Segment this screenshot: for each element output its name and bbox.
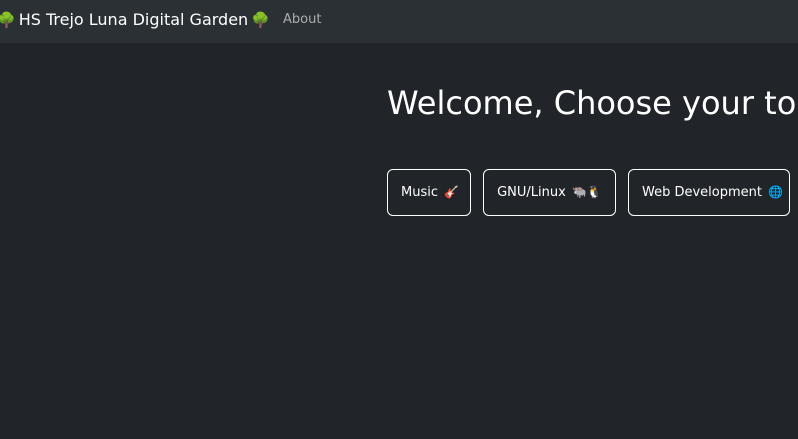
top-navbar: 🌳 HS Trejo Luna Digital Garden 🌳 About [0,0,798,43]
page-title: Welcome, Choose your topic [387,84,798,122]
brand-link[interactable]: 🌳 HS Trejo Luna Digital Garden 🌳 [0,9,273,31]
gnu-linux-topic-button[interactable]: GNU/Linux 🐃🐧 [483,169,616,216]
music-label: Music [401,185,438,200]
brand-title: HS Trejo Luna Digital Garden [18,10,249,29]
web-development-label: Web Development [642,185,762,200]
nav-link-about[interactable]: About [283,11,321,29]
tree-icon: 🌳 [0,11,16,29]
globe-icon: 🌐 [768,185,784,199]
gnu-linux-label: GNU/Linux [497,185,566,200]
main-content: Welcome, Choose your topic Music 🎸 GNU/L… [0,43,798,439]
music-topic-button[interactable]: Music 🎸 [387,169,471,216]
guitar-icon: 🎸 [444,185,460,199]
tree-icon: 🌳 [251,11,270,29]
web-development-topic-button[interactable]: Web Development 🌐 [628,169,790,216]
gnu-penguin-icon: 🐃🐧 [571,185,602,199]
